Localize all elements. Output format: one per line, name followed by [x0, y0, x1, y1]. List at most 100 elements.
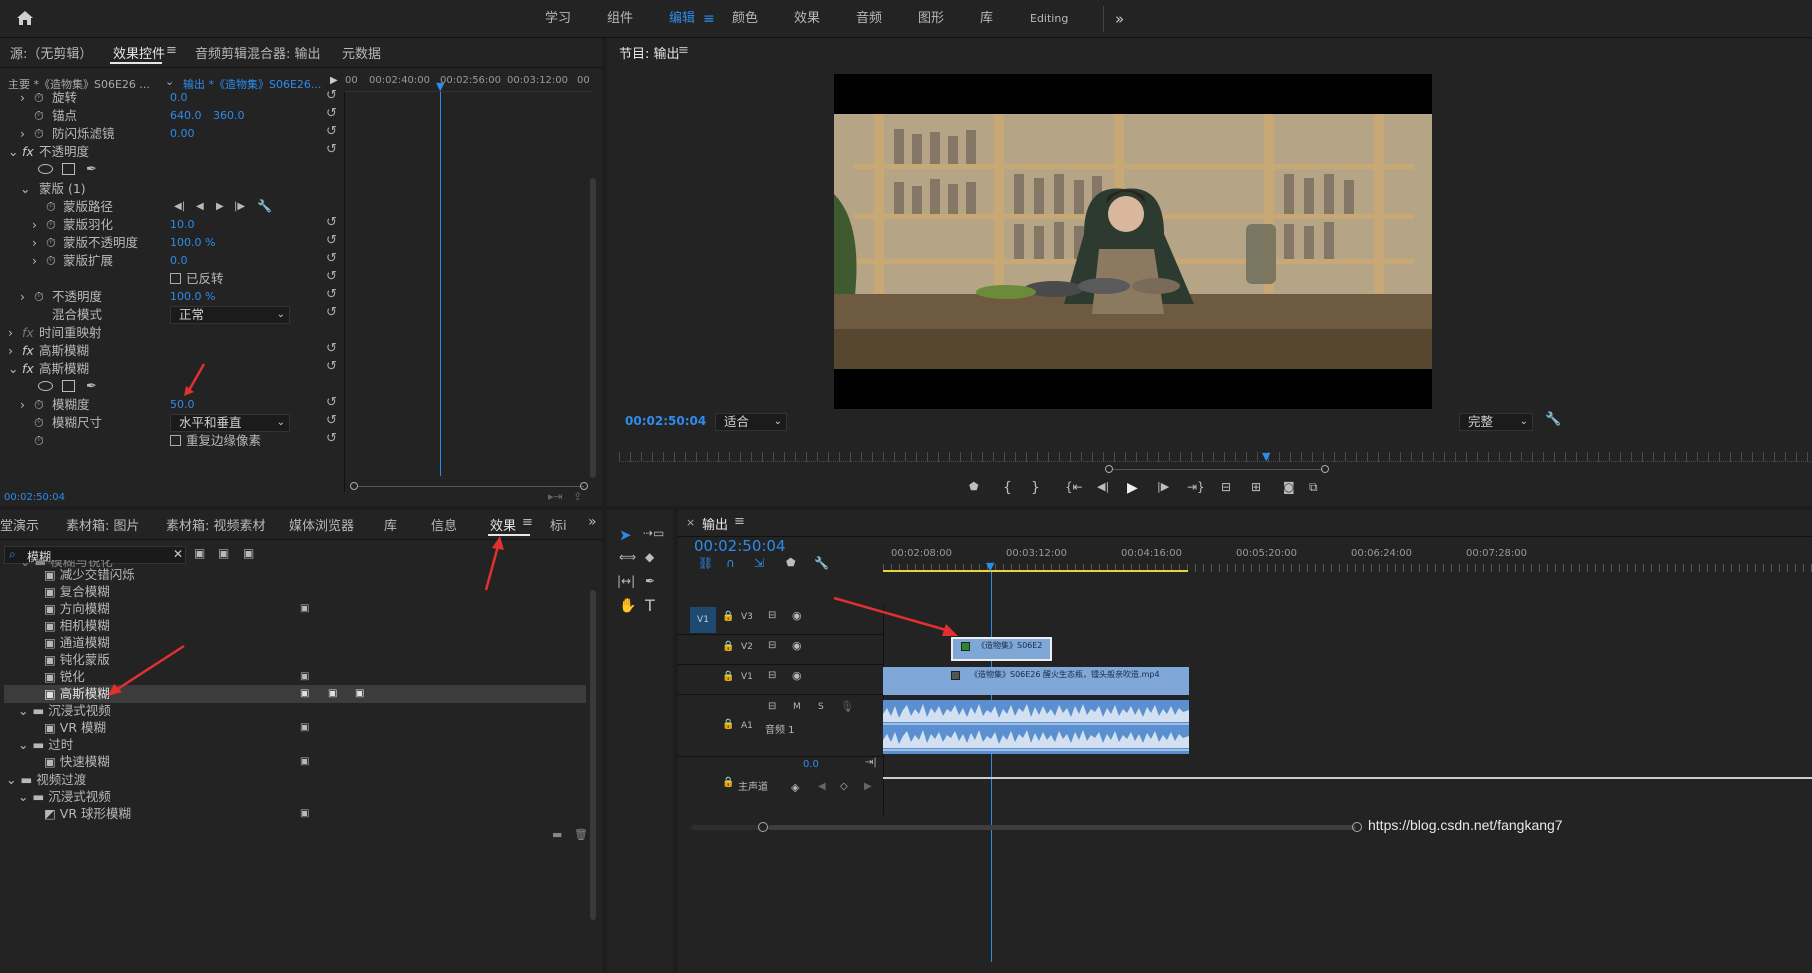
settings-wrench-icon[interactable]: 🔧: [1545, 412, 1561, 427]
play-icon[interactable]: ▶: [1127, 480, 1138, 496]
clear-search-icon[interactable]: ✕: [173, 547, 183, 561]
track-select-tool-icon[interactable]: ⇢▭: [643, 526, 664, 540]
sync-lock-icon[interactable]: ⊟: [768, 701, 776, 712]
ws-editing[interactable]: 编辑: [669, 0, 695, 38]
keyframe-toggle-icon[interactable]: ◈: [791, 781, 799, 794]
filter-icon[interactable]: ▸⇥: [548, 490, 563, 503]
tab-menu-icon[interactable]: ≡: [166, 43, 177, 58]
zoom-handle-icon[interactable]: [758, 822, 768, 832]
new-bin-icon[interactable]: ▬: [552, 828, 562, 841]
ws-effects[interactable]: 效果: [794, 0, 820, 38]
export-frame-icon[interactable]: ◙: [1283, 480, 1295, 494]
lift-icon[interactable]: ⊟: [1221, 480, 1231, 494]
clip-v1[interactable]: 《造物集》S06E26 醒火生态瓶，镭头般亲吹造.mp4: [883, 667, 1189, 695]
effect-item[interactable]: ◩ VR 球形模糊 ▣: [44, 804, 584, 824]
ws-learn[interactable]: 学习: [545, 0, 571, 38]
fit-select[interactable]: 适合 ⌄: [715, 413, 787, 431]
master-volume[interactable]: 0.0: [803, 759, 819, 770]
ec-timecode[interactable]: 00:02:50:04: [4, 492, 65, 503]
program-title[interactable]: 节目: 输出: [619, 43, 680, 62]
more-tabs-icon[interactable]: »: [588, 514, 597, 530]
mic-icon[interactable]: 🎙: [840, 700, 854, 713]
lock-icon[interactable]: 🔒: [722, 641, 734, 652]
ws-color[interactable]: 颜色: [732, 0, 758, 38]
zoom-bar[interactable]: [358, 486, 584, 487]
reset-icon[interactable]: ↺: [326, 356, 337, 377]
snap-icon[interactable]: ∩: [726, 556, 735, 570]
next-keyframe-icon[interactable]: ▶: [864, 781, 872, 792]
timeline-scrollbar[interactable]: [768, 825, 1356, 830]
eye-icon[interactable]: ◉: [792, 639, 802, 652]
scrollbar[interactable]: [590, 590, 596, 920]
zoom-track[interactable]: [691, 825, 761, 830]
rect-mask-icon[interactable]: [62, 163, 75, 175]
tab-effect-controls[interactable]: 效果控件: [113, 43, 165, 62]
lock-icon[interactable]: 🔒: [722, 611, 734, 622]
program-timecode[interactable]: 00:02:50:04: [625, 414, 706, 428]
tab-markers[interactable]: 标i: [550, 515, 567, 534]
timeline-settings-icon[interactable]: 🔧: [814, 556, 829, 570]
effect-item[interactable]: ▣ VR 模糊 ▣: [44, 718, 584, 738]
reset-icon[interactable]: ↺: [326, 428, 337, 449]
tab-libraries[interactable]: 库: [384, 515, 397, 534]
delete-icon[interactable]: 🗑: [574, 828, 588, 841]
slip-tool-icon[interactable]: |↔|: [617, 574, 635, 588]
clip-a1[interactable]: [883, 700, 1189, 754]
tab-info[interactable]: 信息: [431, 515, 457, 534]
work-area-bar[interactable]: [883, 570, 1188, 572]
accelerated-effects-icon[interactable]: ▣: [194, 546, 205, 560]
ws-custom[interactable]: Editing: [1030, 0, 1068, 38]
lock-icon[interactable]: 🔒: [722, 719, 734, 730]
close-icon[interactable]: ×: [686, 516, 695, 529]
nest-icon[interactable]: ⛓: [698, 556, 713, 570]
tab-bin-video[interactable]: 素材箱: 视频素材: [166, 515, 266, 534]
type-tool-icon[interactable]: T: [645, 596, 655, 615]
lock-icon[interactable]: 🔒: [722, 777, 734, 788]
go-to-out-icon[interactable]: ⇥}: [1187, 480, 1205, 494]
mute-button[interactable]: M: [793, 702, 801, 712]
tab-source[interactable]: 源:（无剪辑）: [10, 43, 92, 62]
ws-libraries[interactable]: 库: [980, 0, 993, 38]
timeline-timecode[interactable]: 00:02:50:04: [694, 537, 786, 555]
tab-bin-images[interactable]: 素材箱: 图片: [66, 515, 140, 534]
clip-v2[interactable]: 《造物集》S06E2: [951, 637, 1052, 661]
master-volume-line[interactable]: [883, 777, 1812, 779]
linked-selection-icon[interactable]: ⇲: [754, 556, 764, 570]
go-to-in-icon[interactable]: {⇤: [1065, 480, 1083, 494]
ws-graphics[interactable]: 图形: [918, 0, 944, 38]
ellipse-mask-icon[interactable]: [38, 164, 53, 174]
reset-icon[interactable]: ↺: [326, 302, 337, 323]
sync-lock-icon[interactable]: ⊟: [768, 640, 776, 651]
hand-tool-icon[interactable]: ✋: [619, 598, 636, 614]
tab-tutorial[interactable]: 堂演示: [0, 515, 39, 534]
zoom-handle-icon[interactable]: [1352, 822, 1362, 832]
repeat-edge-checkbox[interactable]: [170, 435, 181, 446]
ellipse-mask-icon[interactable]: [38, 381, 53, 391]
tab-menu-icon[interactable]: ≡: [522, 515, 533, 530]
button-editor-icon[interactable]: ⧉: [1309, 480, 1318, 495]
add-keyframe-icon[interactable]: ◇: [840, 781, 848, 792]
source-patch-v1[interactable]: V1: [690, 607, 716, 633]
timeline-menu-icon[interactable]: ≡: [734, 514, 745, 529]
zoom-bar[interactable]: [1113, 469, 1323, 470]
selection-tool-icon[interactable]: ➤: [619, 526, 632, 544]
step-forward-icon[interactable]: |▶: [1157, 480, 1169, 493]
zoom-handle-icon[interactable]: [580, 482, 588, 490]
inverted-checkbox[interactable]: [170, 273, 181, 284]
program-ruler[interactable]: [619, 452, 1812, 462]
home-icon[interactable]: [16, 10, 34, 26]
add-marker-icon[interactable]: ⬟: [969, 480, 979, 493]
step-back-icon[interactable]: ◀|: [1097, 480, 1109, 493]
program-playhead-icon[interactable]: ▼: [1262, 450, 1270, 463]
tab-audio-mixer[interactable]: 音频剪辑混合器: 输出: [195, 43, 321, 62]
zoom-handle-icon[interactable]: [1321, 465, 1329, 473]
reset-icon[interactable]: ↺: [326, 139, 337, 160]
extract-icon[interactable]: ⊞: [1251, 480, 1261, 494]
effect-item[interactable]: ▣ 快速模糊 ▣: [44, 752, 584, 772]
eye-icon[interactable]: ◉: [792, 609, 802, 622]
ripple-edit-tool-icon[interactable]: ⟺: [619, 550, 636, 564]
scrollbar[interactable]: [590, 178, 596, 478]
timeline-ruler[interactable]: 00:02:08:00 00:03:12:00 00:04:16:00 00:0…: [883, 546, 1812, 574]
sync-lock-icon[interactable]: ⊟: [768, 670, 776, 681]
go-to-edit-icon[interactable]: ⇥|: [865, 757, 877, 768]
